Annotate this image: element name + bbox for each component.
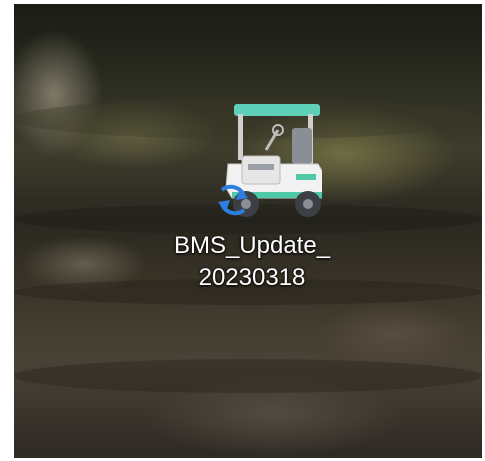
cart-roof: [234, 104, 320, 116]
screenshot-frame: BMS_Update_ 20230318: [0, 0, 485, 461]
cart-seat: [292, 128, 312, 164]
shortcut-label-line2: 20230318: [198, 264, 306, 291]
golf-cart-app-icon: [218, 104, 322, 217]
rock-strata: [14, 359, 482, 393]
shortcut-label: BMS_Update_ 20230318: [152, 230, 352, 294]
cart-trim: [296, 174, 316, 180]
cart-grille: [248, 164, 274, 170]
shortcut-label-line1: BMS_Update_: [173, 232, 331, 259]
cart-post: [238, 114, 243, 160]
desktop-shortcut-bms-update[interactable]: BMS_Update_ 20230318: [152, 92, 352, 306]
